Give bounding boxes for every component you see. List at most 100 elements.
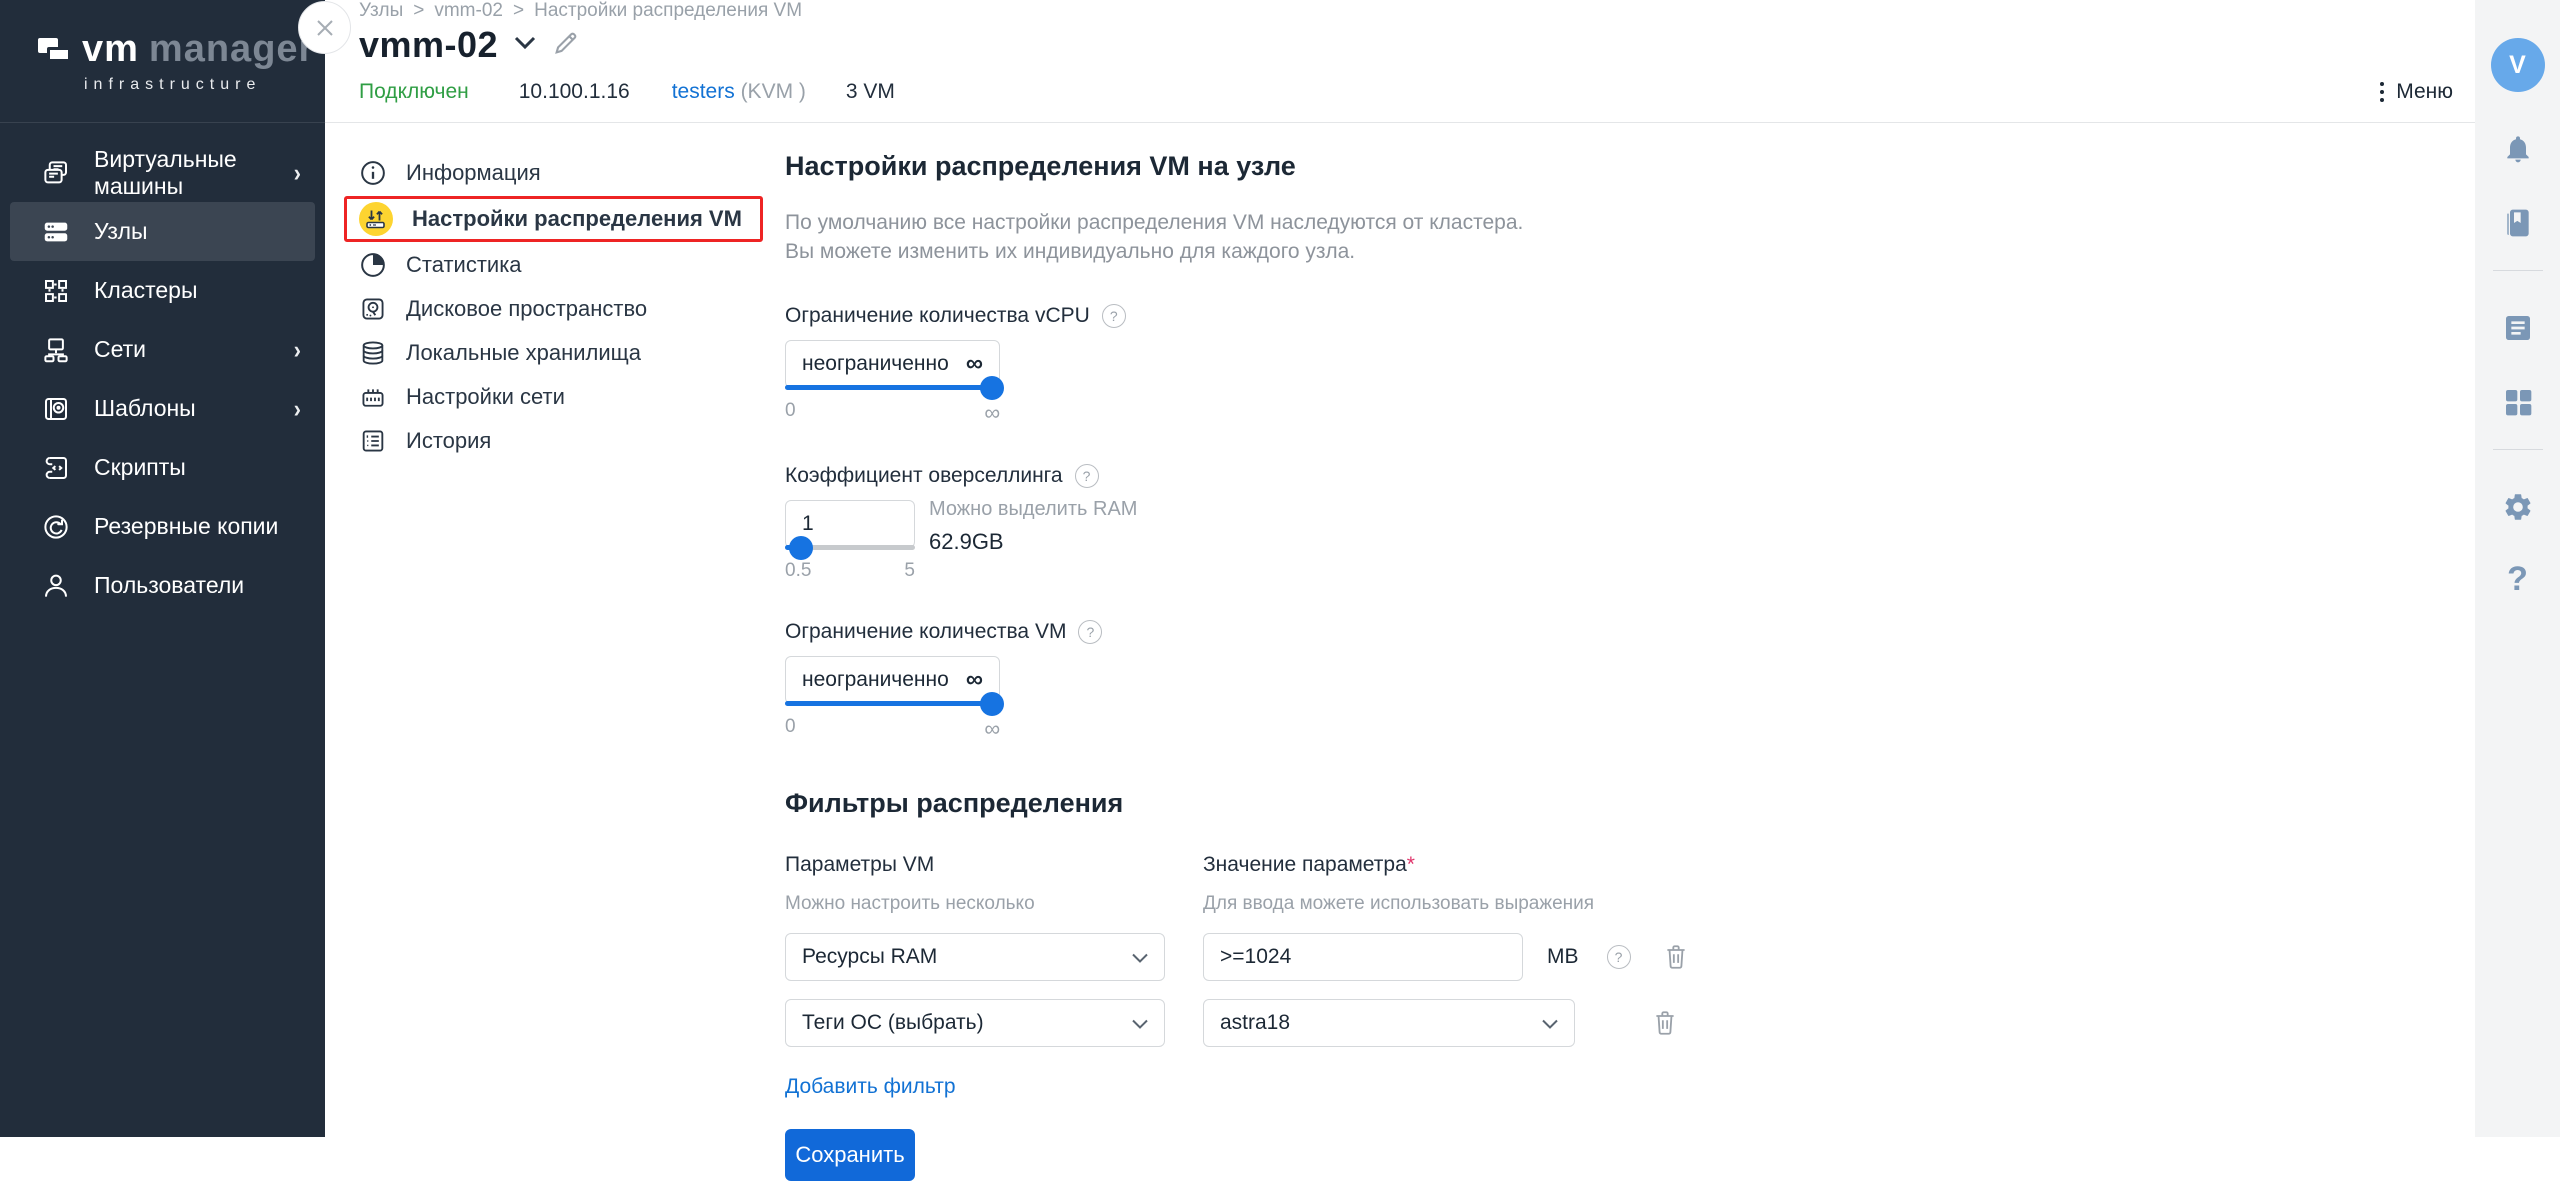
chevron-down-icon: [1132, 945, 1148, 969]
sidebar-item-clusters[interactable]: Кластеры: [0, 261, 325, 320]
sidebar-item-label: Резервные копии: [94, 513, 278, 540]
tab-history[interactable]: История: [358, 419, 785, 463]
vm-distribution-icon: [358, 201, 394, 237]
vm-slider-handle[interactable]: [980, 692, 1004, 716]
menu-button[interactable]: Меню: [2380, 80, 2453, 104]
sidebar: vmmanager infrastructure Виртуальные маш…: [0, 0, 325, 1137]
scripts-icon: [40, 452, 72, 484]
help-icon[interactable]: ?: [1078, 620, 1102, 644]
vcpu-slider-handle[interactable]: [980, 376, 1004, 400]
gear-icon: [2502, 491, 2534, 523]
templates-icon: [40, 393, 72, 425]
vm-count: 3 VM: [846, 80, 895, 104]
sidebar-item-label: Скрипты: [94, 454, 186, 481]
sidebar-item-templates[interactable]: Шаблоны ›: [0, 379, 325, 438]
tab-statistics[interactable]: Статистика: [358, 243, 785, 287]
node-status-row: Подключен 10.100.1.16 testers (KVM ) 3 V…: [325, 80, 2475, 104]
filters-heading: Фильтры распределения: [785, 788, 2435, 819]
sidebar-item-backups[interactable]: Резервные копии: [0, 497, 325, 556]
title-dropdown-button[interactable]: [514, 36, 536, 55]
bell-icon: [2502, 133, 2534, 165]
help-button[interactable]: ?: [2507, 560, 2528, 599]
sidebar-item-label: Виртуальные машины: [94, 146, 272, 200]
chevron-down-icon: [514, 36, 536, 50]
tab-label: Настройки распределения VM: [412, 206, 742, 232]
vm-slider-track[interactable]: [785, 701, 1000, 706]
help-icon[interactable]: ?: [1607, 945, 1631, 969]
filters-column-hints: Можно настроить несколько Для ввода може…: [785, 893, 2435, 915]
infinity-icon: ∞: [966, 666, 983, 694]
tab-vm-distribution-settings[interactable]: Настройки распределения VM: [344, 196, 763, 242]
news-button[interactable]: [2501, 311, 2535, 345]
filter-param-select[interactable]: Теги ОС (выбрать): [785, 999, 1165, 1047]
tab-local-storages[interactable]: Локальные хранилища: [358, 331, 785, 375]
sidebar-item-virtual-machines[interactable]: Виртуальные машины ›: [0, 143, 325, 202]
filter-value-input[interactable]: [1203, 933, 1523, 981]
vcpu-limit-input[interactable]: неограниченно ∞: [785, 340, 1000, 388]
sidebar-item-networks[interactable]: Сети ›: [0, 320, 325, 379]
delete-filter-button[interactable]: [1663, 943, 1689, 971]
vm-parameters-label: Параметры VM: [785, 853, 1203, 877]
delete-filter-button[interactable]: [1652, 1009, 1678, 1037]
add-filter-link[interactable]: Добавить фильтр: [785, 1075, 956, 1099]
infinity-icon: ∞: [966, 350, 983, 378]
help-icon[interactable]: ?: [1102, 304, 1126, 328]
edit-title-button[interactable]: [552, 29, 580, 62]
backups-icon: [40, 511, 72, 543]
vcpu-slider-track[interactable]: [785, 385, 1000, 390]
sidebar-item-nodes[interactable]: Узлы: [10, 202, 315, 261]
sidebar-item-label: Узлы: [94, 218, 148, 245]
settings-button[interactable]: [2501, 490, 2535, 524]
tab-label: История: [406, 428, 491, 454]
vm-limit-input[interactable]: неограниченно ∞: [785, 656, 1000, 704]
ram-available-hint: Можно выделить RAM 62.9GB: [929, 488, 1137, 582]
rail-divider: [2493, 449, 2543, 450]
close-button[interactable]: [298, 1, 351, 54]
tab-label: Информация: [406, 160, 541, 186]
ram-hint-value: 62.9GB: [929, 529, 1137, 555]
overselling-slider-handle[interactable]: [789, 536, 813, 560]
filter-param-select[interactable]: Ресурсы RAM: [785, 933, 1165, 981]
network-device-icon: [358, 382, 388, 412]
grid-icon: [2502, 386, 2534, 418]
vm-parameters-hint: Можно настроить несколько: [785, 893, 1203, 915]
user-avatar[interactable]: V: [2491, 38, 2545, 92]
node-tabs: Информация Настройки распределения VM Ст…: [348, 151, 785, 1181]
apps-button[interactable]: [2501, 385, 2535, 419]
sidebar-item-users[interactable]: Пользователи: [0, 556, 325, 615]
vm-distribution-form: Настройки распределения VM на узле По ум…: [785, 151, 2475, 1181]
chevron-right-icon: ›: [294, 335, 301, 365]
filter-param-value: Ресурсы RAM: [802, 945, 937, 969]
chevron-right-icon: ›: [294, 158, 301, 188]
logo-subtitle: infrastructure: [38, 76, 325, 94]
cluster-link[interactable]: testers: [672, 80, 735, 103]
users-icon: [40, 570, 72, 602]
tab-disk-space[interactable]: Дисковое пространство: [358, 287, 785, 331]
networks-icon: [40, 334, 72, 366]
nodes-icon: [40, 216, 72, 248]
tab-network-settings[interactable]: Настройки сети: [358, 375, 785, 419]
tab-information[interactable]: Информация: [358, 151, 785, 195]
breadcrumb-nodes[interactable]: Узлы: [359, 0, 403, 22]
content-area: Узлы > vmm-02 > Настройки распределения …: [325, 0, 2475, 1137]
close-icon: [313, 16, 337, 40]
cluster-info: testers (KVM ): [672, 80, 806, 104]
pie-chart-icon: [358, 250, 388, 280]
documentation-button[interactable]: [2501, 206, 2535, 240]
chevron-down-icon: [1132, 1011, 1148, 1035]
description-line-2: Вы можете изменить их индивидуально для …: [785, 237, 2435, 266]
breadcrumb-node-name[interactable]: vmm-02: [434, 0, 503, 22]
database-icon: [358, 338, 388, 368]
app-logo: vmmanager infrastructure: [0, 0, 325, 94]
sidebar-item-scripts[interactable]: Скрипты: [0, 438, 325, 497]
vcpu-limit-value: неограниченно: [802, 352, 949, 376]
vcpu-slider-min: 0: [785, 400, 796, 426]
sidebar-item-label: Пользователи: [94, 572, 244, 599]
status-badge: Подключен: [359, 80, 469, 104]
vm-limit-label: Ограничение количества VM: [785, 620, 1066, 644]
notifications-button[interactable]: [2501, 132, 2535, 166]
help-icon[interactable]: ?: [1075, 464, 1099, 488]
tab-label: Дисковое пространство: [406, 296, 647, 322]
overselling-slider-track[interactable]: [785, 545, 915, 550]
filter-value-select[interactable]: astra18: [1203, 999, 1575, 1047]
